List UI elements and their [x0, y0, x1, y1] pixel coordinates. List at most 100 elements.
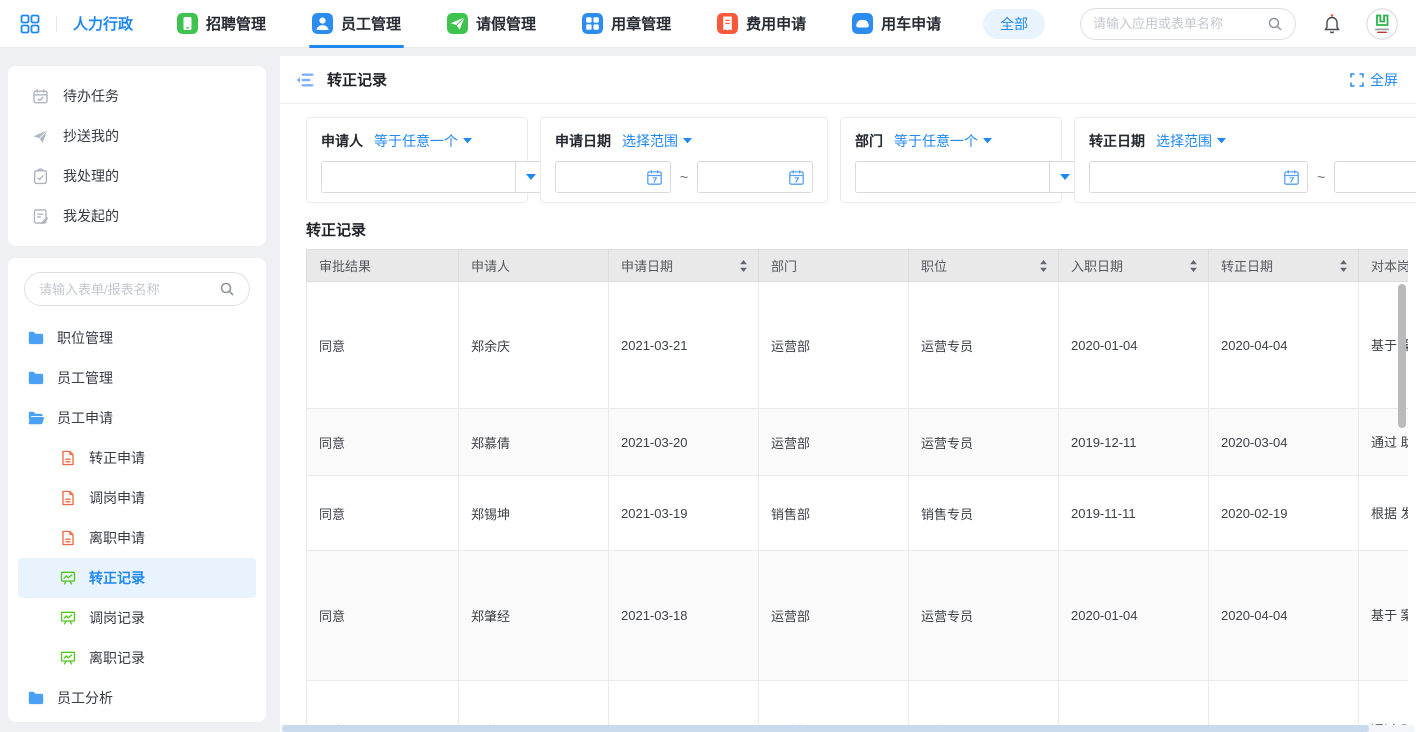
workspace-name[interactable]: 人力行政 [73, 13, 133, 34]
cell-approval: 同意 [307, 282, 459, 409]
tree-item-4[interactable]: 转正申请 [18, 438, 256, 478]
nav-tab-label: 员工管理 [341, 13, 401, 34]
chevron-down-icon [463, 138, 472, 144]
cell-position: 运营专员 [909, 551, 1059, 681]
company-logo[interactable] [1366, 8, 1398, 40]
calendar-icon[interactable] [788, 169, 805, 186]
column-header-regular_date[interactable]: 转正日期 [1209, 250, 1359, 282]
cell-position: 运营专员 [909, 282, 1059, 409]
cell-apply_date: 2021-03-18 [609, 551, 759, 681]
horizontal-scrollbar-thumb[interactable] [282, 725, 1369, 732]
cell-hire_date: 2020-01-04 [1059, 551, 1209, 681]
tree-item-7[interactable]: 转正记录 [18, 558, 256, 598]
cell-regular_date: 2020-03-04 [1209, 409, 1359, 476]
column-header-position[interactable]: 职位 [909, 250, 1059, 282]
fullscreen-button[interactable]: 全屏 [1350, 70, 1398, 90]
nav-tab-1[interactable]: 招聘管理 [177, 0, 266, 48]
column-header-label: 申请日期 [621, 259, 673, 274]
chevron-down-icon [983, 138, 992, 144]
date-input[interactable] [698, 170, 788, 185]
filter-select-input[interactable] [322, 162, 515, 192]
filter-select [321, 161, 546, 193]
collapse-sidebar-icon[interactable] [296, 72, 315, 88]
filter-label: 申请人 [321, 131, 363, 151]
cell-applicant: 郑余庆 [459, 282, 609, 409]
tree-item-9[interactable]: 离职记录 [18, 638, 256, 678]
sidebar-quick-item-label: 待办任务 [63, 86, 119, 106]
cell-department: 运营部 [759, 282, 909, 409]
calendar-icon[interactable] [646, 169, 663, 186]
tree-item-2[interactable]: 员工管理 [18, 358, 256, 398]
data-table: 审批结果申请人申请日期部门职位入职日期转正日期对本岗 同意郑余庆2021-03-… [306, 249, 1408, 732]
date-input[interactable] [556, 170, 646, 185]
column-header-label: 审批结果 [319, 259, 371, 274]
nav-tab-label: 招聘管理 [206, 13, 266, 34]
sidebar-quick-item-4[interactable]: 我发起的 [8, 196, 266, 236]
filter-operator[interactable]: 等于任意一个 [374, 131, 472, 151]
filter-label: 部门 [855, 131, 883, 151]
date-input[interactable] [1090, 170, 1283, 185]
sidebar-quick-item-label: 我处理的 [63, 166, 119, 186]
all-apps-button[interactable]: 全部 [983, 9, 1045, 39]
vertical-scrollbar-thumb[interactable] [1398, 284, 1406, 428]
tree-item-3[interactable]: 员工申请 [18, 398, 256, 438]
sidebar-quick-item-1[interactable]: 待办任务 [8, 76, 266, 116]
tree-item-label: 调岗记录 [89, 608, 145, 628]
filter-select-input[interactable] [856, 162, 1049, 192]
filter-operator[interactable]: 选择范围 [622, 131, 692, 151]
folder-icon [28, 690, 44, 706]
nav-tab-2[interactable]: 员工管理 [312, 0, 401, 48]
column-header-label: 入职日期 [1071, 259, 1123, 274]
sidebar-quick-item-3[interactable]: 我处理的 [8, 156, 266, 196]
filter-operator[interactable]: 选择范围 [1156, 131, 1226, 151]
form-tree: 职位管理员工管理员工申请转正申请调岗申请离职申请转正记录调岗记录离职记录员工分析 [8, 314, 266, 718]
tree-item-5[interactable]: 调岗申请 [18, 478, 256, 518]
tree-item-1[interactable]: 职位管理 [18, 318, 256, 358]
bell-icon[interactable] [1322, 13, 1342, 35]
search-icon[interactable] [1267, 16, 1283, 32]
nav-tab-label: 请假管理 [476, 13, 536, 34]
filter-card-4: 转正日期选择范围~ [1074, 117, 1416, 203]
nav-tab-6[interactable]: 用车申请 [852, 0, 941, 48]
grid-icon [582, 13, 603, 34]
nav-tab-label: 用车申请 [881, 13, 941, 34]
cell-department: 运营部 [759, 409, 909, 476]
main-panel: 转正记录 全屏 申请人等于任意一个申请日期选择范围~部门等于任意一个转正日期选择… [280, 56, 1416, 732]
sidebar-quick-item-2[interactable]: 抄送我的 [8, 116, 266, 156]
apps-grid-icon[interactable] [20, 14, 40, 34]
app-search-box [1080, 8, 1296, 40]
app-search-input[interactable] [1093, 16, 1267, 31]
column-header-apply_date[interactable]: 申请日期 [609, 250, 759, 282]
search-icon[interactable] [219, 281, 235, 297]
fullscreen-label: 全屏 [1370, 70, 1398, 90]
filter-operator-label: 选择范围 [622, 131, 678, 151]
calendar-icon[interactable] [1283, 169, 1300, 186]
tree-item-10[interactable]: 员工分析 [18, 678, 256, 718]
date-input[interactable] [1335, 170, 1416, 185]
nav-tab-5[interactable]: 费用申请 [717, 0, 806, 48]
folder-icon [28, 370, 44, 386]
report-content: 申请人等于任意一个申请日期选择范围~部门等于任意一个转正日期选择范围~ 转正记录… [280, 104, 1416, 732]
column-header-department: 部门 [759, 250, 909, 282]
table-row-3: 同意郑锡坤2021-03-19销售部销售专员2019-11-112020-02-… [307, 476, 1409, 551]
sidebar-quick-item-label: 抄送我的 [63, 126, 119, 146]
sidebar-quick-item-label: 我发起的 [63, 206, 119, 226]
form-search-input[interactable] [39, 282, 219, 297]
cell-apply_date: 2021-03-19 [609, 476, 759, 551]
tree-item-6[interactable]: 离职申请 [18, 518, 256, 558]
tree-item-label: 员工申请 [57, 408, 113, 428]
table-row-2: 同意郑慕倩2021-03-20运营部运营专员2019-12-112020-03-… [307, 409, 1409, 476]
column-header-label: 部门 [771, 259, 797, 274]
cell-department: 销售部 [759, 476, 909, 551]
filter-operator[interactable]: 等于任意一个 [894, 131, 992, 151]
sort-icon [1039, 259, 1048, 272]
column-header-hire_date[interactable]: 入职日期 [1059, 250, 1209, 282]
quick-tasks-card: 待办任务抄送我的我处理的我发起的 [8, 66, 266, 246]
folder-icon [28, 330, 44, 346]
nav-tab-3[interactable]: 请假管理 [447, 0, 536, 48]
filter-label: 申请日期 [555, 131, 611, 151]
sort-icon [1189, 259, 1198, 272]
chevron-down-icon [683, 138, 692, 144]
tree-item-8[interactable]: 调岗记录 [18, 598, 256, 638]
nav-tab-4[interactable]: 用章管理 [582, 0, 671, 48]
